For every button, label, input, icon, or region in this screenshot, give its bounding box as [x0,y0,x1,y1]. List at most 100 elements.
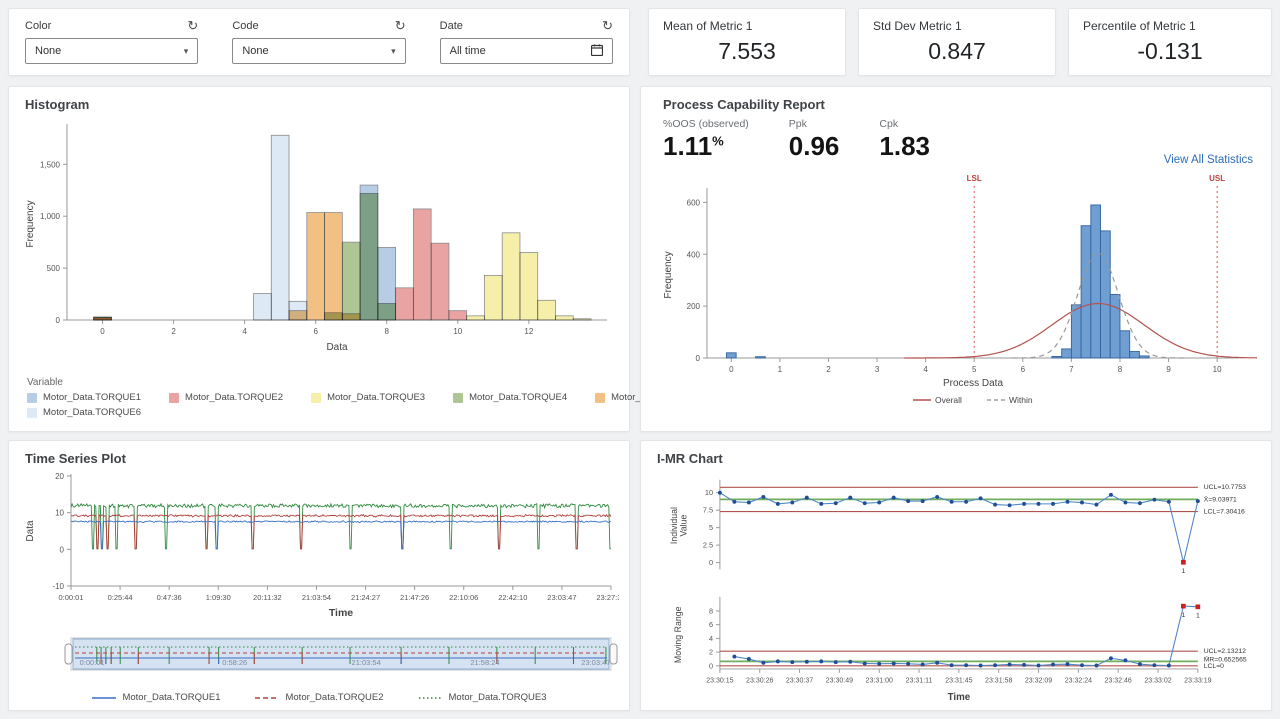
refresh-icon[interactable]: ↻ [187,19,198,32]
svg-text:1: 1 [1196,613,1200,620]
svg-text:23:30:49: 23:30:49 [826,678,853,685]
svg-text:23:32:09: 23:32:09 [1025,678,1052,685]
svg-text:LSL: LSL [967,174,982,183]
filter-date: Date ↻ All time [440,19,613,65]
svg-text:0:00:01: 0:00:01 [80,658,105,667]
histogram-legend: Motor_Data.TORQUE1Motor_Data.TORQUE2Moto… [27,392,619,418]
timeseries-panel: Time Series Plot -10010200:00:010:25:440… [8,440,630,711]
svg-text:21:03:54: 21:03:54 [302,593,331,602]
svg-text:Individual: Individual [669,507,679,544]
svg-text:23:31:00: 23:31:00 [866,678,893,685]
svg-text:LCL=0: LCL=0 [1204,663,1224,670]
code-dropdown[interactable]: None ▾ [232,38,405,64]
svg-text:5: 5 [709,523,713,532]
filter-date-label: Date [440,20,463,32]
filter-code: Code ↻ None ▾ [232,19,405,65]
svg-text:5: 5 [972,365,977,374]
svg-text:2.5: 2.5 [703,541,713,550]
svg-text:23:32:24: 23:32:24 [1065,678,1092,685]
svg-text:9: 9 [1166,365,1171,374]
svg-text:10: 10 [453,327,462,336]
svg-text:0: 0 [696,354,701,363]
chevron-down-icon: ▾ [391,46,396,57]
svg-text:0: 0 [60,545,65,554]
svg-text:Value: Value [679,515,689,537]
panel-title: I-MR Chart [657,451,1261,466]
svg-text:Time: Time [948,692,971,703]
svg-text:4: 4 [709,634,713,643]
legend-swatch [453,393,463,403]
svg-text:0:00:01: 0:00:01 [58,593,83,602]
chevron-down-icon: ▾ [184,46,189,57]
svg-text:2: 2 [171,327,176,336]
svg-text:Frequency: Frequency [25,200,36,247]
svg-text:23:31:58: 23:31:58 [985,678,1012,685]
svg-text:Overall: Overall [935,395,962,405]
svg-text:X̄=9.03971: X̄=9.03971 [1204,495,1237,503]
metric-value: 7.553 [663,38,831,65]
metric-label: Std Dev Metric 1 [873,19,1041,33]
svg-text:20:11:32: 20:11:32 [253,593,282,602]
svg-text:UCL=10.7753: UCL=10.7753 [1204,484,1246,491]
svg-text:7: 7 [1069,365,1074,374]
svg-text:-10: -10 [52,582,64,591]
refresh-icon[interactable]: ↻ [602,19,613,32]
svg-text:10: 10 [705,488,713,497]
svg-text:12: 12 [524,327,533,336]
svg-text:23:27:39: 23:27:39 [596,593,619,602]
metric-value: -0.131 [1083,38,1257,65]
svg-text:0: 0 [100,327,105,336]
legend-swatch [169,393,179,403]
metric-label: Mean of Metric 1 [663,19,831,33]
svg-text:10: 10 [55,509,64,518]
svg-text:M̄R=0.652565: M̄R=0.652565 [1204,655,1247,663]
legend-title: Variable [27,377,619,388]
filter-color: Color ↻ None ▾ [25,19,198,65]
metric-label: Percentile of Metric 1 [1083,19,1257,33]
svg-text:2: 2 [709,648,713,657]
svg-text:4: 4 [242,327,247,336]
color-dropdown[interactable]: None ▾ [25,38,198,64]
svg-text:23:31:11: 23:31:11 [906,678,933,685]
svg-text:1:09:30: 1:09:30 [206,593,231,602]
svg-text:23:33:02: 23:33:02 [1144,678,1171,685]
svg-text:8: 8 [385,327,390,336]
svg-text:20: 20 [55,472,64,481]
stat-ppk: Ppk 0.96 [789,118,840,172]
svg-text:6: 6 [709,620,713,629]
svg-text:23:03:47: 23:03:47 [581,658,610,667]
histogram-panel: Histogram 05001,0001,500024681012DataFre… [8,86,630,432]
svg-text:Data: Data [25,520,36,542]
metric-card-mean: Mean of Metric 1 7.553 [648,8,846,76]
svg-text:600: 600 [687,198,701,207]
legend-swatch [27,393,37,403]
svg-text:2: 2 [826,365,831,374]
svg-text:Data: Data [326,342,348,353]
date-range-value: All time [450,45,486,57]
legend-item: Motor_Data.TORQUE2 [169,392,283,403]
svg-text:23:30:15: 23:30:15 [706,678,733,685]
svg-text:21:58:24: 21:58:24 [470,658,499,667]
svg-text:23:03:47: 23:03:47 [547,593,576,602]
svg-text:Process Data: Process Data [943,378,1003,389]
date-range-input[interactable]: All time [440,38,613,64]
legend-item: Motor_Data.TORQUE4 [453,392,567,403]
refresh-icon[interactable]: ↻ [395,19,406,32]
svg-text:USL: USL [1209,174,1225,183]
legend-item: Motor_Data.TORQUE2 [254,692,383,703]
histogram-chart: 05001,0001,500024681012DataFrequency [19,114,619,366]
svg-text:8: 8 [1118,365,1123,374]
metric-value: 0.847 [873,38,1041,65]
svg-text:0:47:36: 0:47:36 [157,593,182,602]
svg-text:1: 1 [1181,568,1185,575]
time-range-selector[interactable]: 0:00:010:58:2621:03:5421:58:2423:03:47 [19,633,619,681]
imr-panel: I-MR Chart 02.557.510UCL=10.7753X̄=9.039… [640,440,1272,711]
svg-text:23:30:26: 23:30:26 [746,678,773,685]
capability-chart: 0200400600012345678910Process DataFreque… [657,172,1257,412]
imr-chart: 02.557.510UCL=10.7753X̄=9.03971LCL=7.304… [651,468,1257,706]
svg-text:400: 400 [687,250,701,259]
svg-text:6: 6 [1021,365,1026,374]
svg-text:8: 8 [709,606,713,615]
svg-text:23:31:45: 23:31:45 [945,678,972,685]
view-all-statistics-link[interactable]: View All Statistics [1164,154,1253,166]
